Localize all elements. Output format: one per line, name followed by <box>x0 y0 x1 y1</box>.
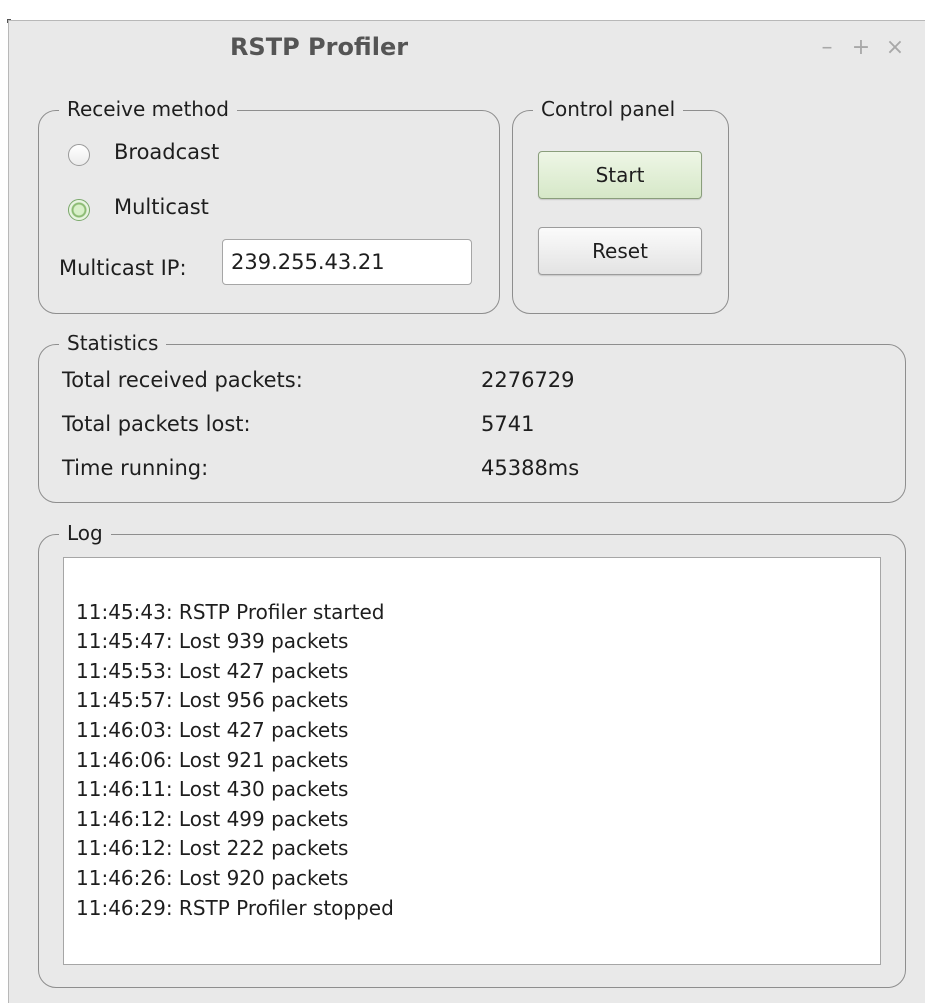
log-title: Log <box>59 518 111 548</box>
multicast-ip-label: Multicast IP: <box>59 256 187 280</box>
control-panel-title: Control panel <box>533 94 684 124</box>
start-button[interactable]: Start <box>538 151 702 199</box>
window-title: RSTP Profiler <box>229 33 409 61</box>
log-line: 11:45:43: RSTP Profiler started <box>76 599 385 624</box>
reset-button[interactable]: Reset <box>538 227 702 275</box>
total-received-label: Total received packets: <box>62 368 303 392</box>
radio-button-broadcast[interactable] <box>68 144 90 166</box>
log-group: Log 11:45:43: RSTP Profiler started 11:4… <box>38 518 906 988</box>
control-panel-group: Control panel Start Reset <box>512 94 729 314</box>
multicast-ip-input[interactable]: 239.255.43.21 <box>222 239 472 285</box>
time-running-label: Time running: <box>62 456 209 480</box>
log-line: 11:46:06: Lost 921 packets <box>76 747 349 772</box>
log-line: 11:46:26: Lost 920 packets <box>76 866 349 890</box>
receive-method-title: Receive method <box>59 94 237 124</box>
title-bar[interactable]: RSTP Profiler – + × <box>9 21 925 77</box>
radio-multicast-label[interactable]: Multicast <box>114 195 209 219</box>
radio-button-multicast[interactable] <box>68 199 90 221</box>
app-window: RSTP Profiler – + × Receive method Broad… <box>8 20 925 1003</box>
receive-method-group: Receive method Broadcast Multicast Multi… <box>38 94 500 314</box>
statistics-title: Statistics <box>59 328 167 358</box>
maximize-icon[interactable]: + <box>851 37 871 59</box>
log-textarea[interactable]: 11:45:43: RSTP Profiler started 11:45:47… <box>63 557 881 965</box>
log-line: 11:46:11: Lost 430 packets <box>76 777 349 802</box>
log-line: 11:45:53: Lost 427 packets <box>76 658 349 683</box>
radio-broadcast-label[interactable]: Broadcast <box>114 140 219 164</box>
minimize-icon[interactable]: – <box>817 37 837 59</box>
total-lost-value: 5741 <box>481 412 535 436</box>
log-line: 11:46:12: Lost 222 packets <box>76 836 349 861</box>
statistics-group: Statistics Total received packets: 22767… <box>38 328 906 503</box>
total-lost-label: Total packets lost: <box>62 412 251 436</box>
log-line: 11:45:57: Lost 956 packets <box>76 688 349 713</box>
close-icon[interactable]: × <box>885 37 905 59</box>
log-line: 11:46:12: Lost 499 packets <box>76 806 349 831</box>
log-line: 11:45:47: Lost 939 packets <box>76 629 349 654</box>
log-line: 11:46:29: RSTP Profiler stopped <box>76 895 394 920</box>
log-line: 11:46:03: Lost 427 packets <box>76 718 349 742</box>
total-received-value: 2276729 <box>481 368 575 392</box>
time-running-value: 45388ms <box>481 456 580 480</box>
